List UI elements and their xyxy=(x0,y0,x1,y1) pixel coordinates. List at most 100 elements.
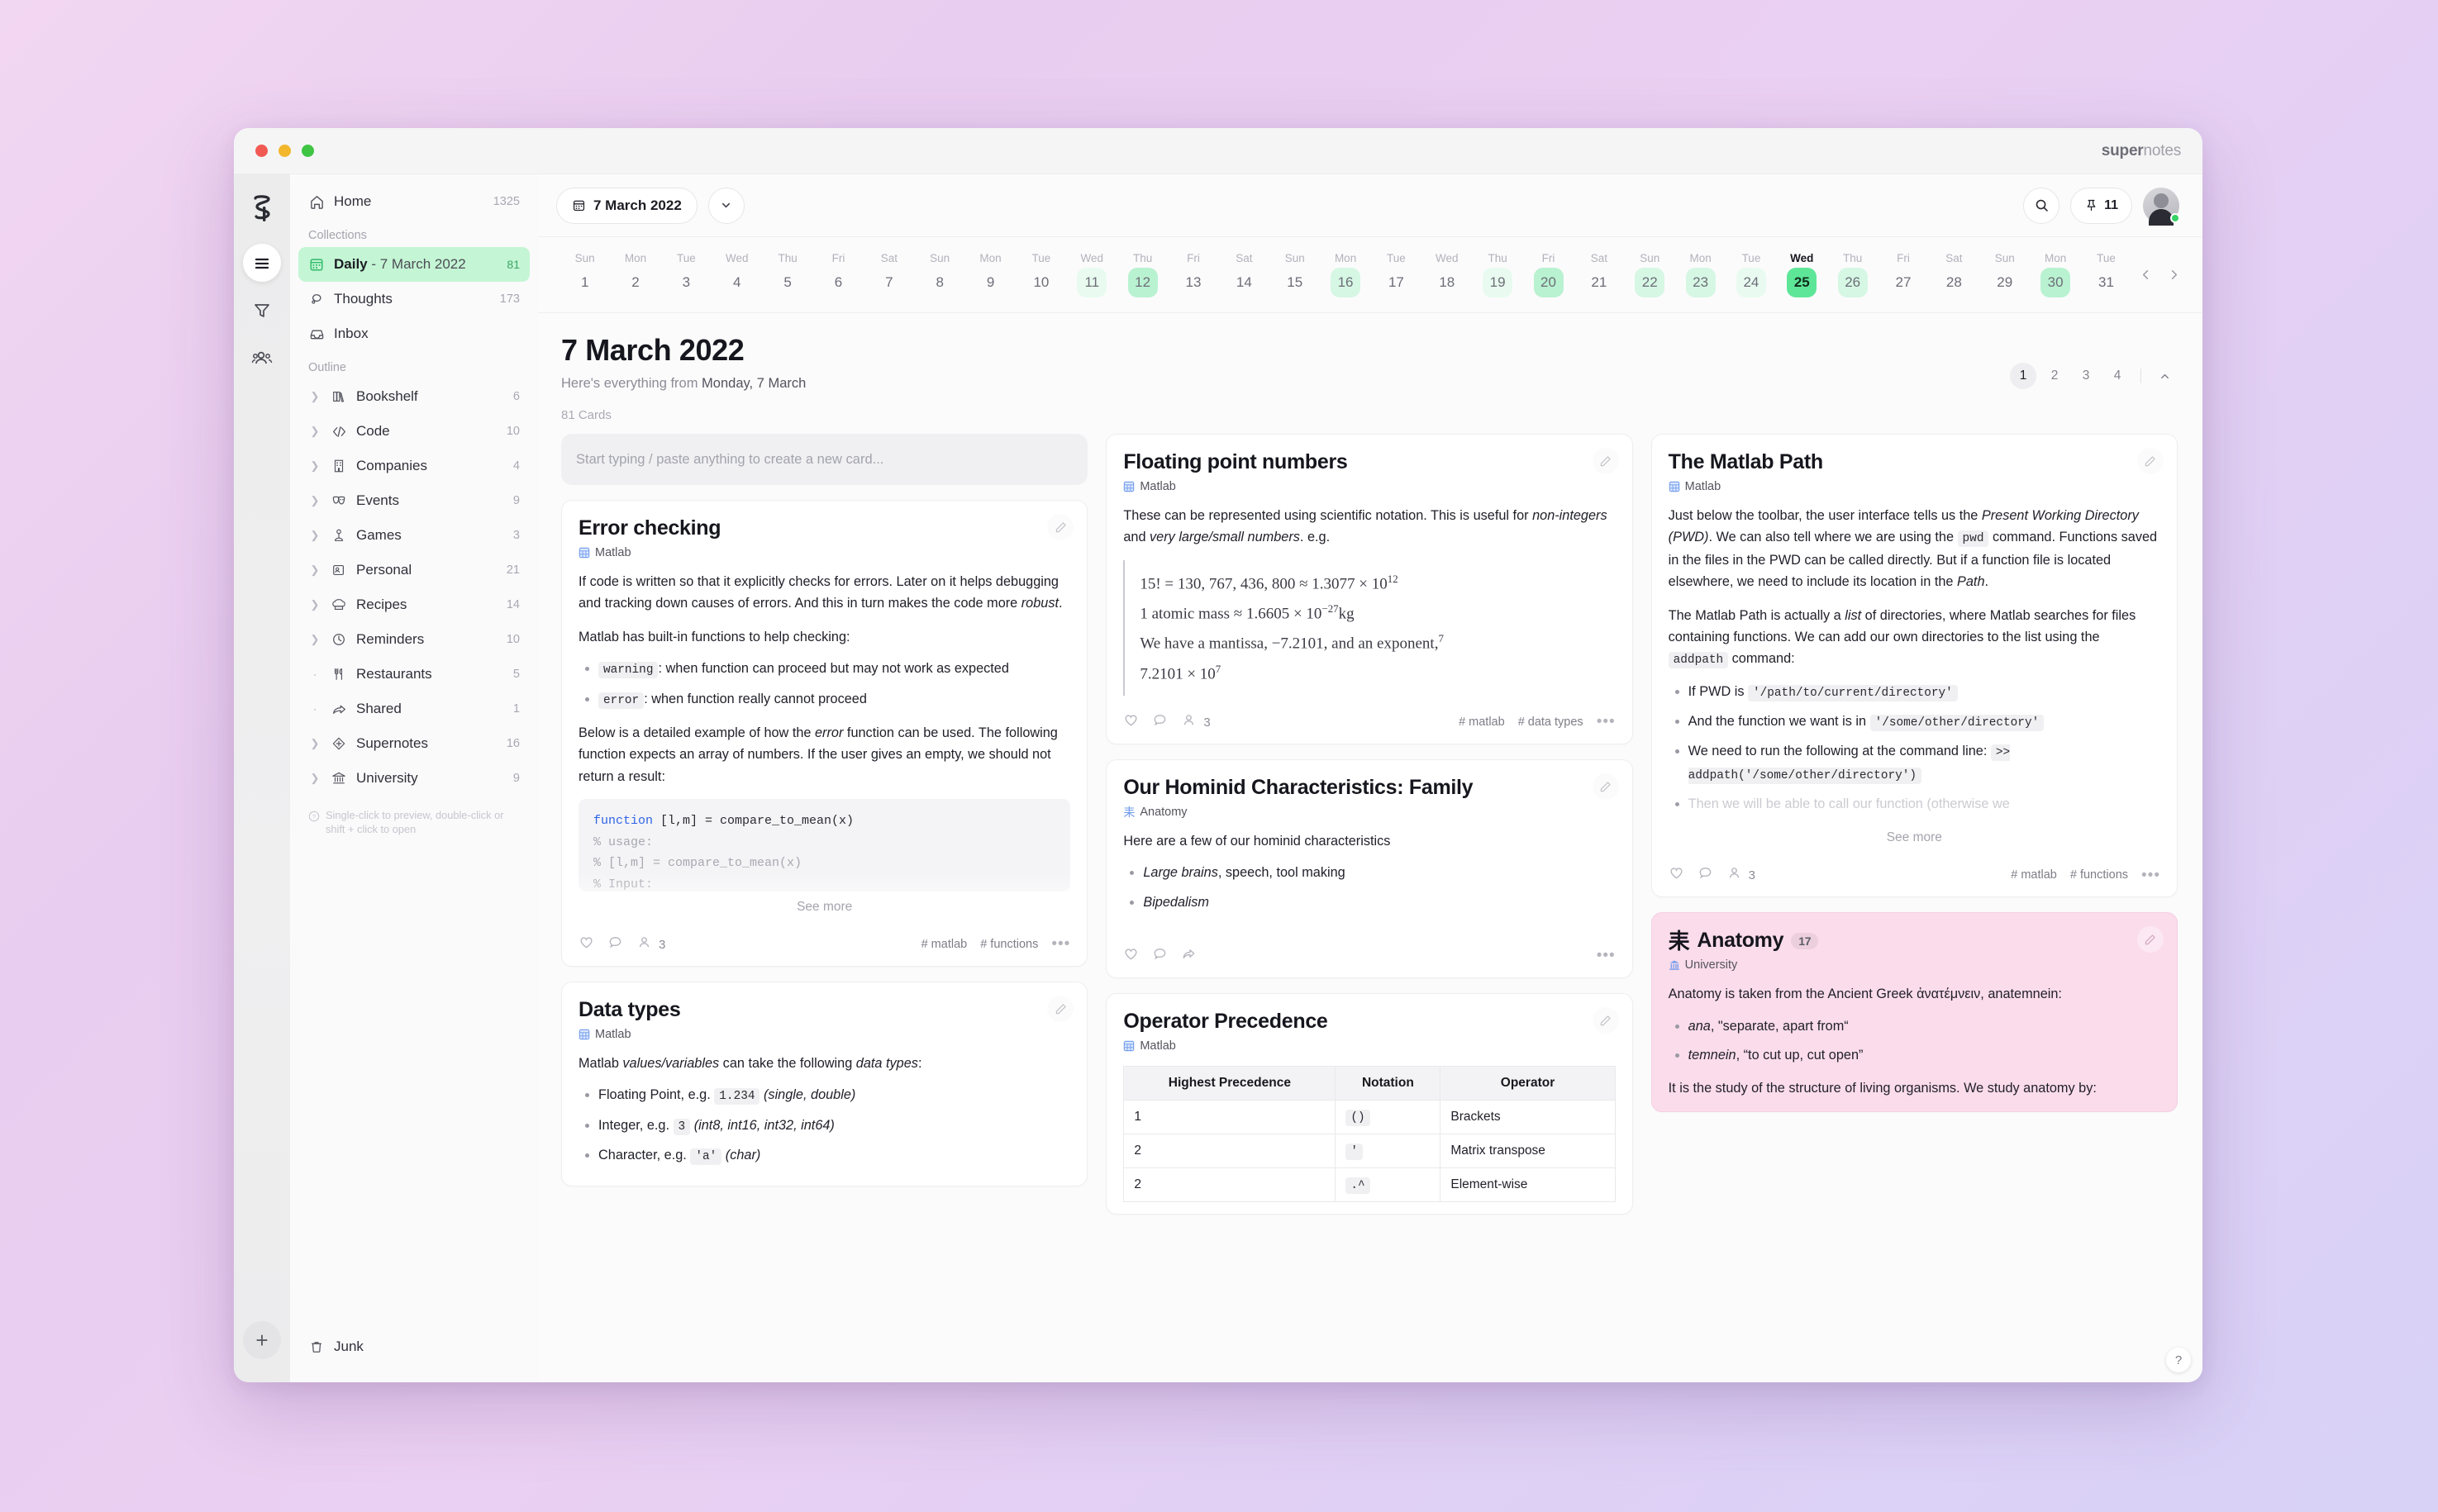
page-button-1[interactable]: 1 xyxy=(2010,363,2036,389)
card-floating-point-numbers[interactable]: Floating point numbers Matlab These can … xyxy=(1106,434,1633,745)
new-card-composer[interactable]: Start typing / paste anything to create … xyxy=(561,434,1088,485)
calendar-day-2[interactable]: Mon 2 xyxy=(610,252,660,297)
calendar-day-20[interactable]: Fri 20 xyxy=(1523,252,1574,297)
sidebar-item-menu[interactable] xyxy=(243,244,281,282)
people-icon[interactable] xyxy=(636,934,652,954)
people-icon[interactable] xyxy=(1181,712,1197,732)
chevron-right-icon[interactable]: ❯ xyxy=(308,772,321,785)
sidebar-item-games[interactable]: ❯ Games 3 xyxy=(298,518,530,553)
chevron-right-icon[interactable]: ❯ xyxy=(308,459,321,473)
comment-icon[interactable] xyxy=(1698,865,1713,885)
avatar[interactable] xyxy=(2143,187,2180,226)
sidebar-item-supernotes[interactable]: ❯ Supernotes 16 xyxy=(298,726,530,761)
card-tag[interactable]: # functions xyxy=(980,938,1038,951)
card-tag[interactable]: # functions xyxy=(2070,868,2128,882)
share-icon[interactable] xyxy=(1181,946,1197,966)
chevron-up-icon[interactable] xyxy=(2151,363,2178,389)
page-button-3[interactable]: 3 xyxy=(2073,363,2099,389)
sidebar-item-filter[interactable] xyxy=(243,292,281,330)
calendar-day-13[interactable]: Fri 13 xyxy=(1168,252,1218,297)
sidebar-item-home[interactable]: Home 1325 xyxy=(298,184,530,219)
calendar-day-19[interactable]: Thu 19 xyxy=(1472,252,1522,297)
page-button-2[interactable]: 2 xyxy=(2041,363,2068,389)
edit-card-button[interactable] xyxy=(1593,448,1619,474)
page-button-4[interactable]: 4 xyxy=(2104,363,2131,389)
view-options-dropdown[interactable] xyxy=(707,187,745,224)
search-button[interactable] xyxy=(2023,187,2060,224)
calendar-day-23[interactable]: Mon 23 xyxy=(1675,252,1726,297)
calendar-day-4[interactable]: Wed 4 xyxy=(712,252,762,297)
people-icon[interactable] xyxy=(1726,865,1742,885)
pinned-cards-button[interactable]: 11 xyxy=(2070,187,2132,224)
add-button[interactable]: + xyxy=(243,1321,281,1359)
heart-icon[interactable] xyxy=(1669,865,1684,885)
edit-card-button[interactable] xyxy=(1593,773,1619,800)
card-anatomy[interactable]: 耒 Anatomy 17 University Anatomy is taken… xyxy=(1650,912,2178,1112)
minimize-window-button[interactable] xyxy=(279,145,291,157)
more-icon[interactable]: ••• xyxy=(2141,868,2160,882)
calendar-day-16[interactable]: Mon 16 xyxy=(1320,252,1370,297)
sidebar-item-thoughts[interactable]: Thoughts 173 xyxy=(298,282,530,316)
calendar-day-1[interactable]: Sun 1 xyxy=(560,252,610,297)
sidebar-item-reminders[interactable]: ❯ Reminders 10 xyxy=(298,622,530,657)
bullet-dot-icon[interactable]: · xyxy=(308,666,321,683)
chevron-right-icon[interactable]: ❯ xyxy=(308,598,321,611)
chevron-right-icon[interactable]: ❯ xyxy=(308,494,321,507)
calendar-prev-button[interactable] xyxy=(2131,261,2159,289)
sidebar-item-events[interactable]: ❯ Events 9 xyxy=(298,483,530,518)
edit-card-button[interactable] xyxy=(1593,1007,1619,1034)
calendar-day-7[interactable]: Sat 7 xyxy=(864,252,914,297)
calendar-day-25[interactable]: Wed 25 xyxy=(1777,252,1827,297)
calendar-next-button[interactable] xyxy=(2159,261,2188,289)
card-tag[interactable]: # data types xyxy=(1518,716,1583,729)
heart-icon[interactable] xyxy=(579,934,594,954)
sidebar-item-inbox[interactable]: Inbox xyxy=(298,316,530,351)
card-tag[interactable]: # matlab xyxy=(1459,716,1505,729)
calendar-day-18[interactable]: Wed 18 xyxy=(1421,252,1472,297)
comment-icon[interactable] xyxy=(1152,712,1168,732)
sidebar-item-code[interactable]: ❯ Code 10 xyxy=(298,414,530,449)
card-hominid-characteristics[interactable]: Our Hominid Characteristics: Family 耒 An… xyxy=(1106,759,1633,979)
comment-icon[interactable] xyxy=(1152,946,1168,966)
calendar-day-12[interactable]: Thu 12 xyxy=(1117,252,1168,297)
calendar-day-30[interactable]: Mon 30 xyxy=(2030,252,2080,297)
chevron-right-icon[interactable]: ❯ xyxy=(308,737,321,750)
sidebar-item-daily[interactable]: Daily - 7 March 2022 81 xyxy=(298,247,530,282)
card-data-types[interactable]: Data types Matlab Matlab values/variable… xyxy=(561,982,1088,1187)
edit-card-button[interactable] xyxy=(2137,448,2164,474)
heart-icon[interactable] xyxy=(1123,946,1139,966)
calendar-day-8[interactable]: Sun 8 xyxy=(915,252,965,297)
sidebar-item-bookshelf[interactable]: ❯ Bookshelf 6 xyxy=(298,379,530,414)
chevron-right-icon[interactable]: ❯ xyxy=(308,390,321,403)
calendar-day-17[interactable]: Tue 17 xyxy=(1371,252,1421,297)
chevron-right-icon[interactable]: ❯ xyxy=(308,529,321,542)
calendar-day-5[interactable]: Thu 5 xyxy=(762,252,812,297)
see-more-button[interactable]: See more xyxy=(579,892,1070,918)
calendar-day-28[interactable]: Sat 28 xyxy=(1929,252,1979,297)
close-window-button[interactable] xyxy=(255,145,268,157)
comment-icon[interactable] xyxy=(607,934,623,954)
calendar-day-14[interactable]: Sat 14 xyxy=(1219,252,1269,297)
calendar-day-24[interactable]: Tue 24 xyxy=(1726,252,1776,297)
calendar-day-11[interactable]: Wed 11 xyxy=(1067,252,1117,297)
supernotes-logo-icon[interactable] xyxy=(248,193,276,226)
calendar-day-3[interactable]: Tue 3 xyxy=(661,252,712,297)
date-picker-button[interactable]: 7 March 2022 xyxy=(556,187,698,224)
sidebar-item-restaurants[interactable]: · Restaurants 5 xyxy=(298,657,530,692)
calendar-day-10[interactable]: Tue 10 xyxy=(1016,252,1066,297)
calendar-day-31[interactable]: Tue 31 xyxy=(2081,252,2131,297)
sidebar-item-shared[interactable]: · Shared 1 xyxy=(298,692,530,726)
sidebar-item-companies[interactable]: ❯ Companies 4 xyxy=(298,449,530,483)
calendar-day-6[interactable]: Fri 6 xyxy=(813,252,864,297)
chevron-right-icon[interactable]: ❯ xyxy=(308,563,321,577)
calendar-day-21[interactable]: Sat 21 xyxy=(1574,252,1624,297)
calendar-day-27[interactable]: Fri 27 xyxy=(1878,252,1928,297)
calendar-day-26[interactable]: Thu 26 xyxy=(1827,252,1878,297)
card-error-checking[interactable]: Error checking Matlab If code is written… xyxy=(561,500,1088,967)
calendar-day-22[interactable]: Sun 22 xyxy=(1625,252,1675,297)
more-icon[interactable]: ••• xyxy=(1597,715,1616,730)
calendar-day-15[interactable]: Sun 15 xyxy=(1269,252,1320,297)
card-tag[interactable]: # matlab xyxy=(2011,868,2057,882)
help-button[interactable]: ? xyxy=(2166,1348,2191,1372)
sidebar-item-people[interactable] xyxy=(243,340,281,378)
